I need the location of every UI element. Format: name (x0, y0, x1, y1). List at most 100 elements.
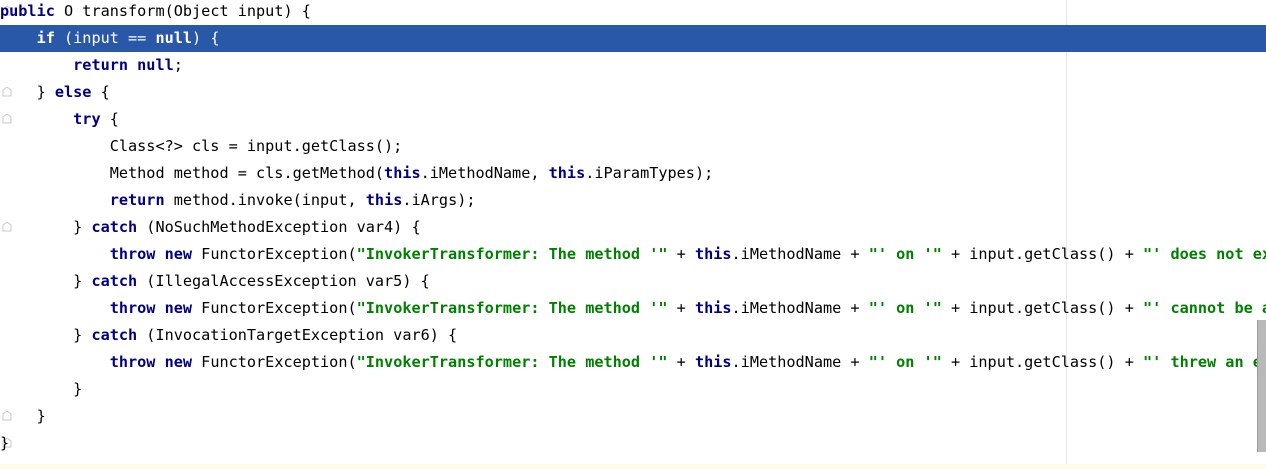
keyword-token: else (54, 83, 92, 101)
code-token: .iMethodName, (420, 164, 549, 182)
code-line[interactable]: throw new FunctorException("InvokerTrans… (0, 295, 1266, 322)
code-token: .iArgs); (402, 191, 476, 209)
code-line-text: return null; (0, 52, 183, 79)
keyword-token: return (109, 191, 165, 209)
string-token: "InvokerTransformer: The method '" (356, 353, 668, 371)
keyword-token: this (548, 164, 586, 182)
code-line-text: } else { (0, 79, 110, 106)
keyword-token: this (694, 299, 732, 317)
code-token: FunctorException( (192, 353, 357, 371)
keyword-token: if (36, 29, 55, 47)
code-line[interactable]: Class<?> cls = input.getClass(); (0, 133, 1266, 160)
code-token: .iMethodName + (731, 299, 869, 317)
string-token: "' cannot be a (1143, 299, 1266, 317)
code-token: } (0, 83, 55, 101)
code-line-text: } (0, 376, 82, 403)
code-line-text: Class<?> cls = input.getClass(); (0, 133, 403, 160)
code-token: ) { (192, 29, 220, 47)
string-token: "' does not ex (1143, 245, 1266, 263)
code-token: ; (173, 56, 183, 74)
code-line[interactable]: public O transform(Object input) { (0, 0, 1266, 25)
code-token: } (0, 380, 83, 398)
horizontal-scrollbar-thumb[interactable] (1257, 320, 1266, 452)
code-line[interactable]: } catch (IllegalAccessException var5) { (0, 268, 1266, 295)
code-token: } (0, 326, 92, 344)
code-token: O transform(Object input) { (54, 2, 311, 20)
code-line[interactable]: } else { (0, 79, 1266, 106)
keyword-token: return null (73, 56, 174, 74)
code-line[interactable]: } catch (InvocationTargetException var6)… (0, 322, 1266, 349)
code-line-text: } catch (IllegalAccessException var5) { (0, 268, 430, 295)
code-line-text: return method.invoke(input, this.iArgs); (0, 187, 476, 214)
code-line[interactable]: Method method = cls.getMethod(this.iMeth… (0, 160, 1266, 187)
code-token: .iMethodName + (731, 245, 869, 263)
code-token: } (0, 407, 46, 425)
code-line-text: if (input == null) { (0, 25, 220, 52)
keyword-token: catch (91, 272, 138, 290)
code-line-text: throw new FunctorException("InvokerTrans… (0, 295, 1266, 322)
string-token: "' on '" (868, 299, 942, 317)
string-token: "InvokerTransformer: The method '" (356, 299, 668, 317)
code-token: Method method = cls.getMethod( (0, 164, 385, 182)
code-line[interactable]: } (0, 430, 1266, 457)
code-token: FunctorException( (192, 299, 357, 317)
code-token: Class<?> cls = input.getClass(); (0, 137, 403, 155)
code-token: FunctorException( (192, 245, 357, 263)
string-token: "' threw an ex (1143, 353, 1266, 371)
code-token: { (100, 110, 119, 128)
code-line-text: throw new FunctorException("InvokerTrans… (0, 349, 1266, 376)
code-token: method.invoke(input, (164, 191, 366, 209)
code-line[interactable]: throw new FunctorException("InvokerTrans… (0, 241, 1266, 268)
code-token: + input.getClass() + (941, 353, 1144, 371)
keyword-token: this (694, 245, 732, 263)
code-line[interactable]: } (0, 403, 1266, 430)
string-token: "' on '" (868, 353, 942, 371)
keyword-token: throw new (109, 299, 193, 317)
code-token: + (667, 245, 695, 263)
string-token: "InvokerTransformer: The method '" (356, 245, 668, 263)
keyword-token: throw new (109, 353, 193, 371)
keyword-token: catch (91, 218, 138, 236)
code-token: (InvocationTargetException var6) { (137, 326, 458, 344)
code-line-text: } catch (NoSuchMethodException var4) { (0, 214, 421, 241)
code-line[interactable]: } (0, 376, 1266, 403)
keyword-token: this (384, 164, 421, 182)
code-line-text: Method method = cls.getMethod(this.iMeth… (0, 160, 714, 187)
code-line-text: throw new FunctorException("InvokerTrans… (0, 241, 1266, 268)
code-token: (IllegalAccessException var5) { (137, 272, 430, 290)
code-token: } (0, 272, 92, 290)
keyword-token: try (73, 110, 101, 128)
code-line[interactable]: if (input == null) { (0, 25, 1266, 52)
code-line-text: try { (0, 106, 119, 133)
keyword-token: catch (91, 326, 138, 344)
code-token: + input.getClass() + (941, 299, 1144, 317)
code-line[interactable]: } catch (NoSuchMethodException var4) { (0, 214, 1266, 241)
code-token: + (667, 353, 695, 371)
keyword-token: null (155, 29, 193, 47)
code-editor[interactable]: public O transform(Object input) { if (i… (0, 0, 1266, 469)
code-token: + input.getClass() + (941, 245, 1144, 263)
code-token: (NoSuchMethodException var4) { (137, 218, 421, 236)
code-line-text: } (0, 403, 46, 430)
keyword-token: throw new (109, 245, 193, 263)
code-line-text: } (0, 430, 9, 457)
code-line[interactable]: return null; (0, 52, 1266, 79)
code-line[interactable]: throw new FunctorException("InvokerTrans… (0, 349, 1266, 376)
code-line[interactable]: return method.invoke(input, this.iArgs); (0, 187, 1266, 214)
code-token: .iParamTypes); (585, 164, 714, 182)
code-token: } (0, 434, 10, 452)
code-line-text: public O transform(Object input) { (0, 0, 311, 25)
code-line[interactable]: try { (0, 106, 1266, 133)
keyword-token: public (0, 2, 55, 20)
code-token: + (667, 299, 695, 317)
keyword-token: this (694, 353, 732, 371)
keyword-token: this (365, 191, 403, 209)
editor-bottom-strip (0, 464, 1266, 469)
string-token: "' on '" (868, 245, 942, 263)
